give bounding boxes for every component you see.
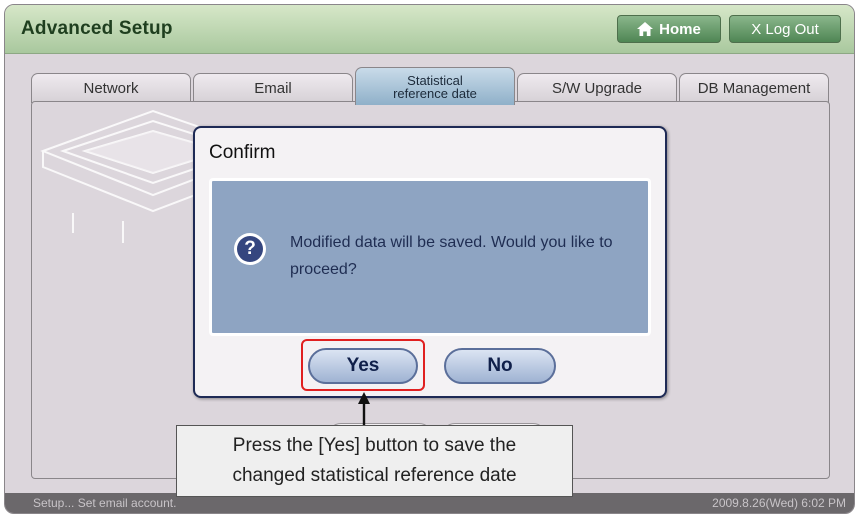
dialog-message: Modified data will be saved. Would you l…	[290, 234, 613, 278]
dialog-body: ? Modified data will be saved. Would you…	[209, 178, 651, 336]
page-title: Advanced Setup	[21, 18, 173, 39]
no-label: No	[487, 355, 513, 376]
home-icon	[637, 22, 654, 36]
tab-label: DB Management	[697, 80, 811, 97]
tab-statistical-reference-date[interactable]: Statistical reference date	[355, 67, 515, 105]
tab-label: Statistical	[407, 72, 463, 88]
status-message: Setup... Set email account.	[33, 496, 177, 510]
tab-network[interactable]: Network	[31, 73, 191, 103]
tab-db-management[interactable]: DB Management	[679, 73, 829, 103]
home-button[interactable]: Home	[617, 15, 721, 43]
question-mark-glyph: ?	[237, 236, 263, 262]
status-datetime: 2009.8.26(Wed) 6:02 PM	[712, 496, 846, 510]
callout-arrow	[358, 392, 370, 428]
callout-line: changed statistical reference date	[232, 465, 517, 486]
tab-bar: Network Email Statistical reference date…	[5, 67, 854, 105]
question-icon: ?	[234, 233, 266, 265]
dialog-title: Confirm	[209, 142, 276, 163]
home-label: Home	[659, 20, 701, 38]
tab-label: Email	[254, 80, 292, 97]
confirm-dialog: Confirm ? Modified data will be saved. W…	[193, 126, 667, 398]
tab-label: Network	[83, 80, 139, 97]
logout-label: X Log Out	[751, 20, 819, 38]
yes-button-highlight	[301, 339, 425, 391]
tab-email[interactable]: Email	[193, 73, 353, 103]
instruction-callout: Press the [Yes] button to save the chang…	[176, 425, 573, 497]
top-bar: Advanced Setup Home X Log Out	[5, 5, 854, 54]
callout-line: Press the [Yes] button to save the	[232, 435, 517, 456]
no-button[interactable]: No	[444, 348, 556, 384]
tab-sw-upgrade[interactable]: S/W Upgrade	[517, 73, 677, 103]
logout-button[interactable]: X Log Out	[729, 15, 841, 43]
tab-label: reference date	[393, 85, 477, 101]
tab-label: S/W Upgrade	[551, 80, 643, 97]
